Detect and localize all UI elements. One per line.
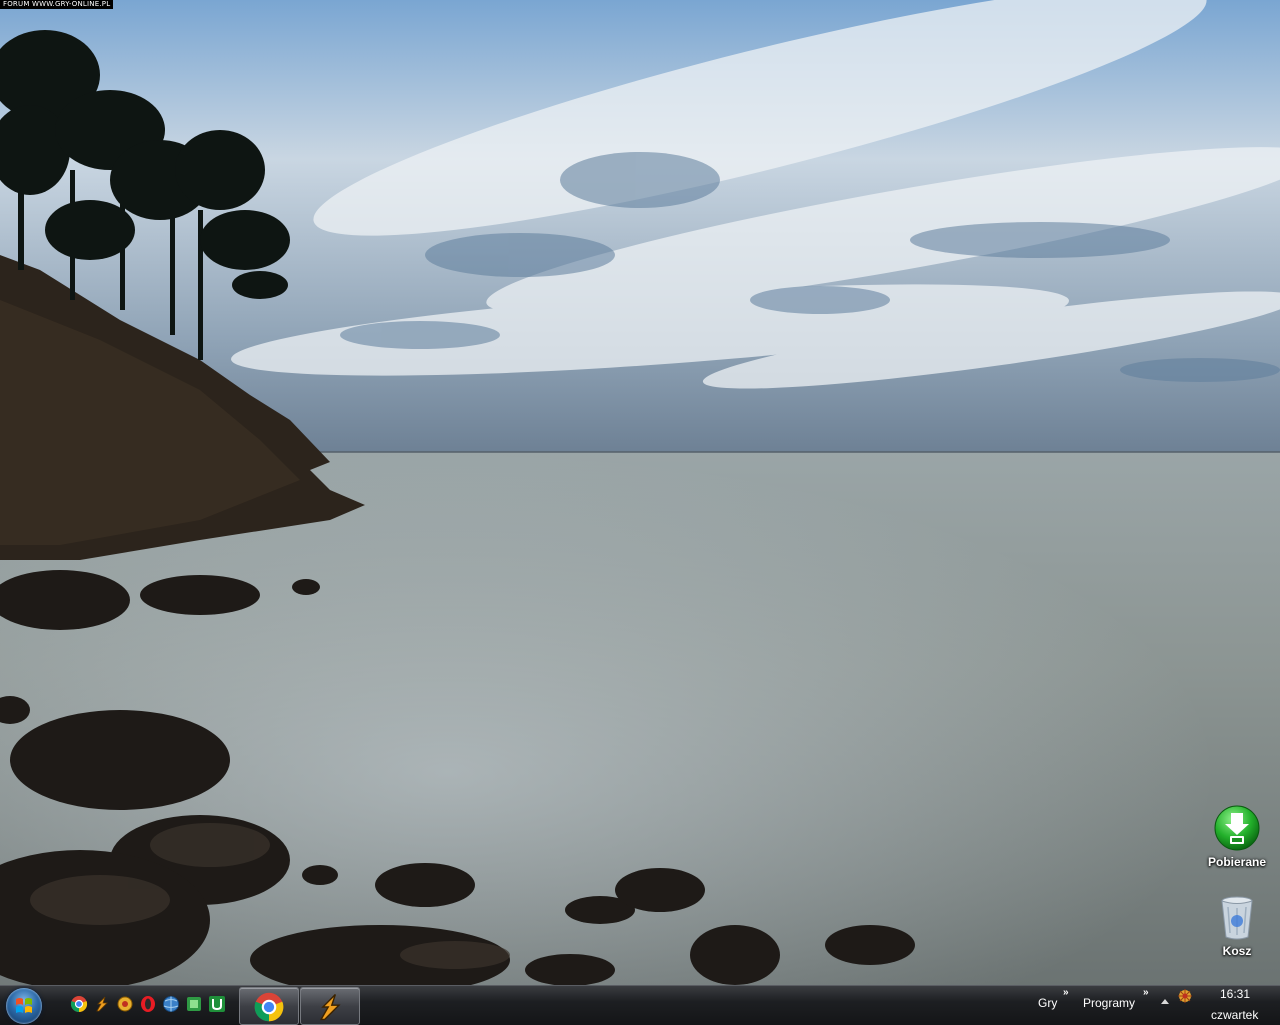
gadget-icon[interactable] xyxy=(116,995,134,1013)
globe-icon[interactable] xyxy=(162,995,180,1013)
opera-icon[interactable] xyxy=(139,995,157,1013)
winamp-icon xyxy=(319,994,341,1021)
clock-time[interactable]: 16:31 xyxy=(1220,987,1250,1001)
windows-logo-icon xyxy=(16,998,32,1013)
toolbar-gry[interactable]: Gry xyxy=(1038,996,1057,1010)
wallpaper xyxy=(0,0,1280,985)
green-app-icon[interactable] xyxy=(185,995,203,1013)
chrome-icon xyxy=(254,992,284,1022)
desktop-icon-label: Pobierane xyxy=(1207,855,1267,869)
start-button[interactable] xyxy=(6,988,42,1024)
chrome-icon[interactable] xyxy=(70,995,88,1013)
recycle-bin-icon xyxy=(1221,896,1253,940)
show-hidden-icons-arrow[interactable] xyxy=(1161,999,1169,1004)
task-button-winamp[interactable] xyxy=(300,987,360,1025)
desktop-icon-label: Kosz xyxy=(1222,944,1252,958)
download-folder-icon xyxy=(1214,805,1260,851)
toolbar-programy[interactable]: Programy xyxy=(1083,996,1135,1010)
toolbar-programy-chevron[interactable]: » xyxy=(1143,987,1149,998)
taskbar: Gry » Programy » 16:31 czwartek xyxy=(0,985,1280,1025)
toolbar-gry-chevron[interactable]: » xyxy=(1063,987,1069,998)
utorrent-icon[interactable] xyxy=(208,995,226,1013)
tray-app-icon[interactable] xyxy=(1177,988,1193,1004)
desktop[interactable]: FORUM WWW.GRY-ONLINE.PL Pobierane Kosz xyxy=(0,0,1280,985)
desktop-icon-recycle-bin[interactable]: Kosz xyxy=(1205,893,1269,958)
task-button-chrome[interactable] xyxy=(239,987,299,1025)
winamp-icon[interactable] xyxy=(93,995,111,1013)
clock-day[interactable]: czwartek xyxy=(1211,1008,1258,1022)
watermark-text: FORUM WWW.GRY-ONLINE.PL xyxy=(0,0,114,9)
desktop-icon-downloads[interactable]: Pobierane xyxy=(1205,804,1269,869)
